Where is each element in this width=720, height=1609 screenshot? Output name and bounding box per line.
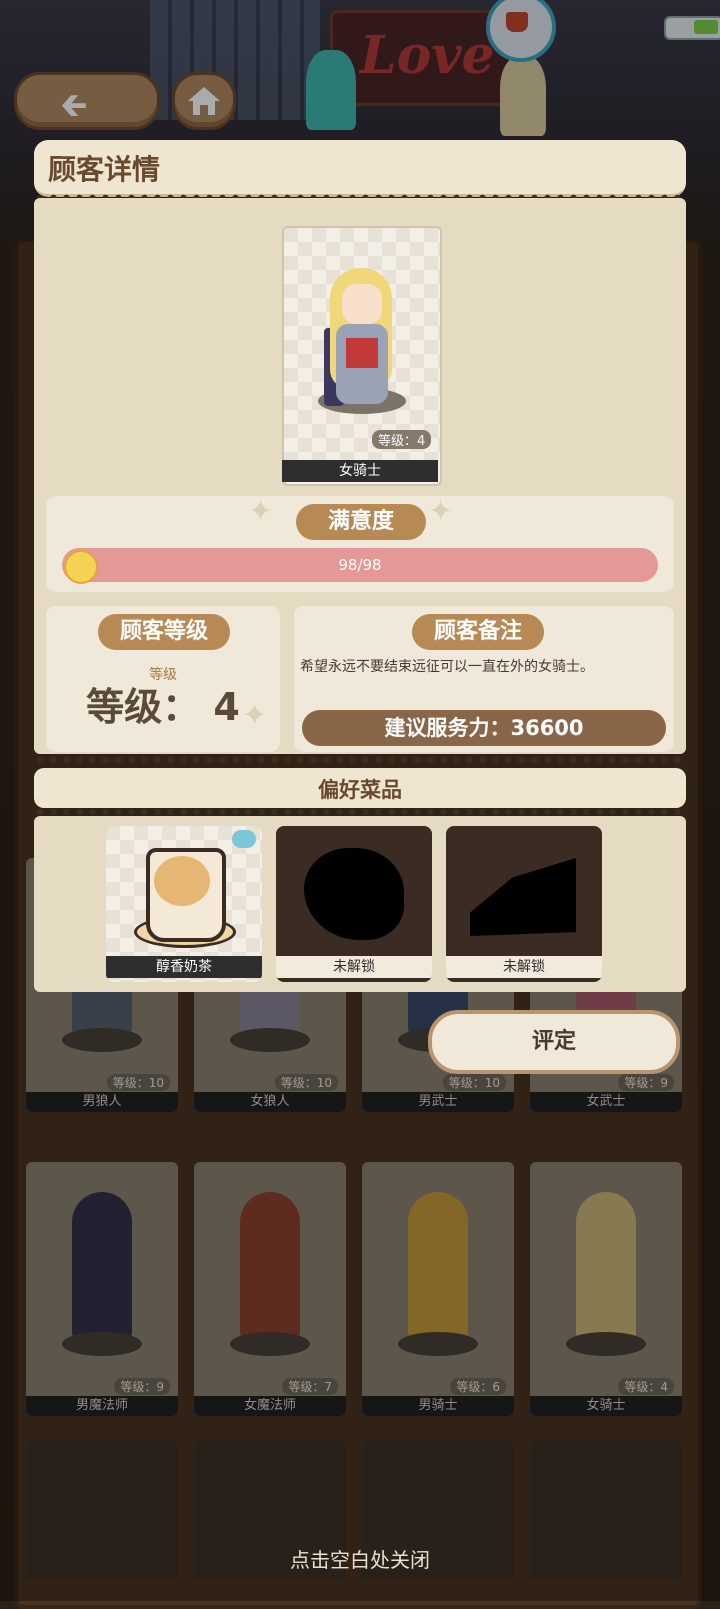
divider-dots — [34, 756, 686, 764]
sparkle-icon: ✦ — [428, 494, 454, 529]
divider-dots — [34, 808, 686, 816]
locked-dish-silhouette — [470, 858, 576, 936]
customer-level-label: 顾客等级 — [98, 614, 230, 650]
customer-notes-text: 希望永远不要结束远征可以一直在外的女骑士。 — [300, 659, 594, 675]
milk-tea-foam — [154, 856, 210, 906]
satisfaction-value: 98/98 — [338, 556, 382, 574]
preferences-title: 偏好菜品 — [318, 778, 402, 802]
customer-notes-label: 顾客备注 — [412, 614, 544, 650]
knight-face — [342, 284, 382, 324]
satisfaction-label: 满意度 — [296, 504, 426, 540]
dish-card-locked[interactable]: 未解锁 — [276, 826, 432, 982]
knight-tunic — [346, 338, 378, 368]
portrait-level-badge: 等级：4 — [372, 430, 432, 449]
dish-name: 未解锁 — [446, 956, 602, 978]
dish-name: 未解锁 — [276, 956, 432, 978]
drink-badge-icon — [232, 830, 256, 848]
sparkle-icon: ✦ — [242, 698, 268, 733]
dish-name: 醇香奶茶 — [106, 956, 262, 978]
sparkle-icon: ✦ — [248, 494, 274, 529]
dish-card-locked[interactable]: 未解锁 — [446, 826, 602, 982]
close-hint: 点击空白处关闭 — [290, 1548, 430, 1572]
suggested-service-power: 建议服务力：36600 — [302, 710, 666, 746]
dish-card[interactable]: 醇香奶茶 — [106, 826, 262, 982]
page-title: 顾客详情 — [48, 153, 161, 186]
locked-dish-silhouette — [304, 848, 404, 940]
customer-name: 女骑士 — [282, 460, 438, 482]
rate-button[interactable]: 评定 — [428, 1010, 680, 1074]
